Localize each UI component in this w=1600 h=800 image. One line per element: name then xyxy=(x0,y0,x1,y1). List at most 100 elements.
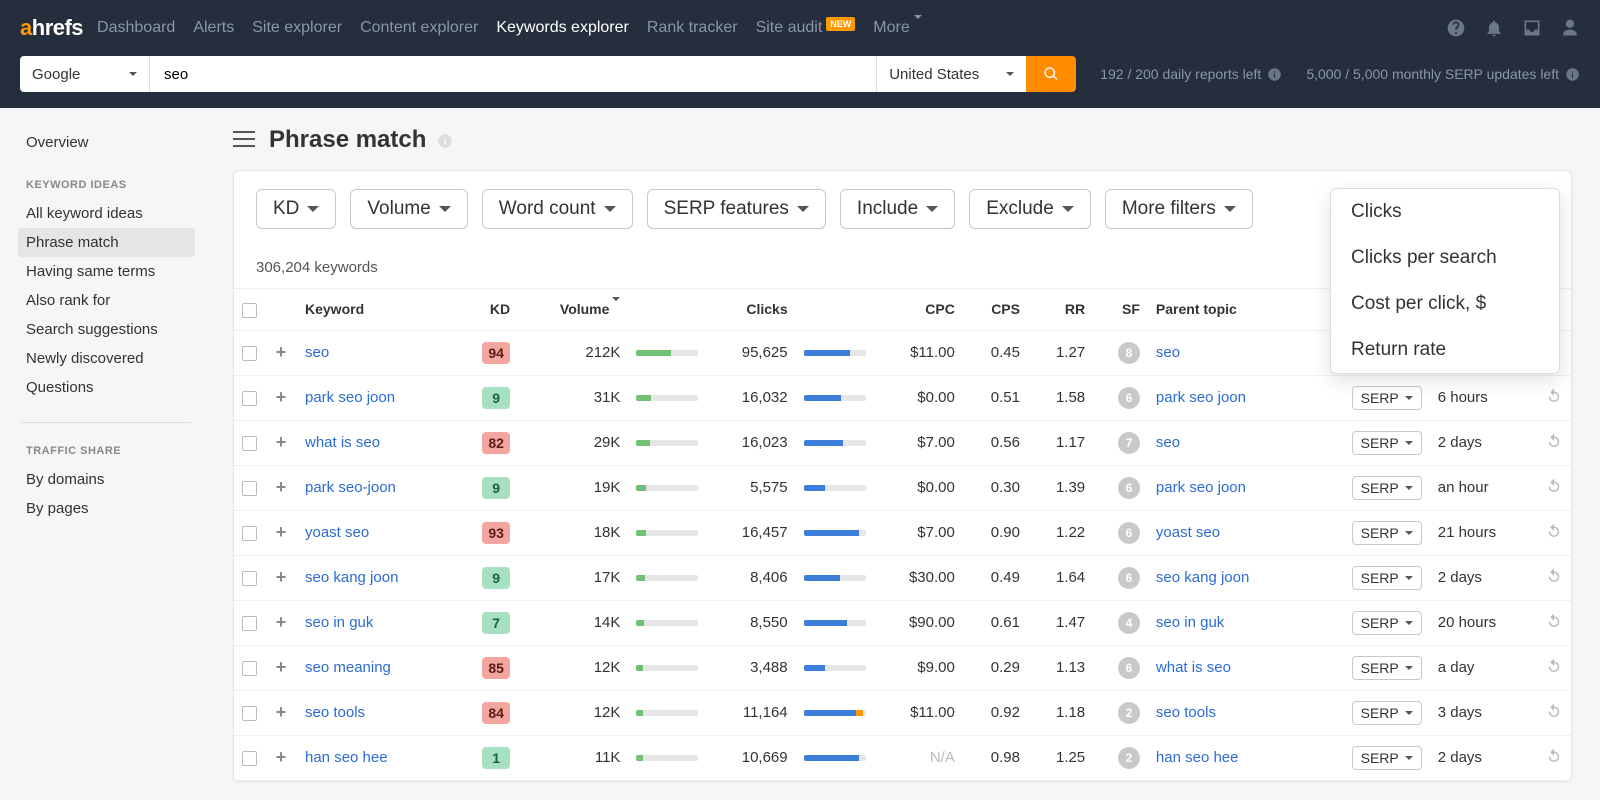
filter-serp-features[interactable]: SERP features xyxy=(647,189,826,229)
add-icon[interactable]: + xyxy=(273,479,289,495)
col-sf[interactable]: SF xyxy=(1093,289,1148,331)
add-icon[interactable]: + xyxy=(273,344,289,360)
sf-badge[interactable]: 8 xyxy=(1118,342,1140,364)
bell-icon[interactable] xyxy=(1484,18,1504,38)
parent-topic-link[interactable]: park seo joon xyxy=(1156,389,1246,406)
sidebar-item-also-rank-for[interactable]: Also rank for xyxy=(18,286,195,315)
sidebar-item-all-keyword-ideas[interactable]: All keyword ideas xyxy=(18,199,195,228)
add-icon[interactable]: + xyxy=(273,389,289,405)
select-all-checkbox[interactable] xyxy=(242,303,257,318)
filter-exclude[interactable]: Exclude xyxy=(969,189,1091,229)
serp-button[interactable]: SERP xyxy=(1352,386,1422,410)
keyword-link[interactable]: seo in guk xyxy=(305,614,373,631)
sf-badge[interactable]: 6 xyxy=(1118,567,1140,589)
add-icon[interactable]: + xyxy=(273,659,289,675)
sf-badge[interactable]: 4 xyxy=(1118,612,1140,634)
sf-badge[interactable]: 6 xyxy=(1118,522,1140,544)
nav-alerts[interactable]: Alerts xyxy=(193,19,234,37)
sidebar-item-newly-discovered[interactable]: Newly discovered xyxy=(18,344,195,373)
parent-topic-link[interactable]: yoast seo xyxy=(1156,524,1220,541)
filter-include[interactable]: Include xyxy=(840,189,955,229)
parent-topic-link[interactable]: seo xyxy=(1156,344,1180,361)
nav-content-explorer[interactable]: Content explorer xyxy=(360,19,478,37)
refresh-icon[interactable] xyxy=(1545,702,1563,720)
col-kd[interactable]: KD xyxy=(455,289,518,331)
refresh-icon[interactable] xyxy=(1545,432,1563,450)
nav-dashboard[interactable]: Dashboard xyxy=(97,19,175,37)
dd-item-clicks[interactable]: Clicks xyxy=(1331,189,1559,235)
keyword-link[interactable]: yoast seo xyxy=(305,524,369,541)
row-checkbox[interactable] xyxy=(242,706,257,721)
nav-rank-tracker[interactable]: Rank tracker xyxy=(647,19,738,37)
row-checkbox[interactable] xyxy=(242,391,257,406)
sidebar-item-having-same-terms[interactable]: Having same terms xyxy=(18,257,195,286)
serp-button[interactable]: SERP xyxy=(1352,656,1422,680)
col-rr[interactable]: RR xyxy=(1028,289,1093,331)
dd-item-clicks-per-search[interactable]: Clicks per search xyxy=(1331,235,1559,281)
add-icon[interactable]: + xyxy=(273,524,289,540)
serp-button[interactable]: SERP xyxy=(1352,701,1422,725)
help-icon[interactable] xyxy=(1446,18,1466,38)
row-checkbox[interactable] xyxy=(242,616,257,631)
dd-item-return-rate[interactable]: Return rate xyxy=(1331,327,1559,373)
logo[interactable]: ahrefs xyxy=(20,15,83,41)
keyword-link[interactable]: park seo-joon xyxy=(305,479,396,496)
parent-topic-link[interactable]: seo kang joon xyxy=(1156,569,1249,586)
search-button[interactable] xyxy=(1026,56,1076,92)
refresh-icon[interactable] xyxy=(1545,387,1563,405)
add-icon[interactable]: + xyxy=(273,704,289,720)
filter-more-filters[interactable]: More filters xyxy=(1105,189,1253,229)
row-checkbox[interactable] xyxy=(242,526,257,541)
sf-badge[interactable]: 2 xyxy=(1118,747,1140,769)
filter-kd[interactable]: KD xyxy=(256,189,336,229)
col-cps[interactable]: CPS xyxy=(963,289,1028,331)
refresh-icon[interactable] xyxy=(1545,747,1563,765)
col-parent-topic[interactable]: Parent topic xyxy=(1148,289,1306,331)
refresh-icon[interactable] xyxy=(1545,522,1563,540)
sidebar-item-by-domains[interactable]: By domains xyxy=(18,465,195,494)
sf-badge[interactable]: 6 xyxy=(1118,657,1140,679)
sidebar-item-search-suggestions[interactable]: Search suggestions xyxy=(18,315,195,344)
row-checkbox[interactable] xyxy=(242,481,257,496)
parent-topic-link[interactable]: park seo joon xyxy=(1156,479,1246,496)
keyword-link[interactable]: seo xyxy=(305,344,329,361)
nav-more[interactable]: More xyxy=(873,19,921,37)
add-icon[interactable]: + xyxy=(273,569,289,585)
user-icon[interactable] xyxy=(1560,18,1580,38)
row-checkbox[interactable] xyxy=(242,571,257,586)
serp-button[interactable]: SERP xyxy=(1352,611,1422,635)
info-icon[interactable] xyxy=(1267,67,1282,82)
refresh-icon[interactable] xyxy=(1545,567,1563,585)
keyword-link[interactable]: seo kang joon xyxy=(305,569,398,586)
filter-word-count[interactable]: Word count xyxy=(482,189,633,229)
refresh-icon[interactable] xyxy=(1545,477,1563,495)
col-clicks[interactable]: Clicks xyxy=(706,289,795,331)
parent-topic-link[interactable]: seo xyxy=(1156,434,1180,451)
hamburger-icon[interactable] xyxy=(233,131,255,149)
inbox-icon[interactable] xyxy=(1522,18,1542,38)
col-cpc[interactable]: CPC xyxy=(874,289,963,331)
parent-topic-link[interactable]: han seo hee xyxy=(1156,749,1239,766)
info-icon[interactable] xyxy=(437,133,453,149)
row-checkbox[interactable] xyxy=(242,346,257,361)
nav-site-audit[interactable]: Site auditNEW xyxy=(756,19,856,37)
info-icon[interactable] xyxy=(1565,67,1580,82)
serp-button[interactable]: SERP xyxy=(1352,521,1422,545)
keyword-link[interactable]: seo tools xyxy=(305,704,365,721)
keyword-link[interactable]: what is seo xyxy=(305,434,380,451)
keyword-link[interactable]: seo meaning xyxy=(305,659,391,676)
add-icon[interactable]: + xyxy=(273,614,289,630)
add-icon[interactable]: + xyxy=(273,434,289,450)
col-keyword[interactable]: Keyword xyxy=(297,289,455,331)
col-volume[interactable]: Volume xyxy=(518,289,628,331)
dd-item-cost-per-click-[interactable]: Cost per click, $ xyxy=(1331,281,1559,327)
row-checkbox[interactable] xyxy=(242,661,257,676)
serp-button[interactable]: SERP xyxy=(1352,746,1422,770)
sf-badge[interactable]: 6 xyxy=(1118,387,1140,409)
nav-keywords-explorer[interactable]: Keywords explorer xyxy=(496,19,629,37)
sidebar-item-by-pages[interactable]: By pages xyxy=(18,494,195,523)
row-checkbox[interactable] xyxy=(242,751,257,766)
sidebar-item-phrase-match[interactable]: Phrase match xyxy=(18,228,195,257)
serp-button[interactable]: SERP xyxy=(1352,431,1422,455)
parent-topic-link[interactable]: what is seo xyxy=(1156,659,1231,676)
